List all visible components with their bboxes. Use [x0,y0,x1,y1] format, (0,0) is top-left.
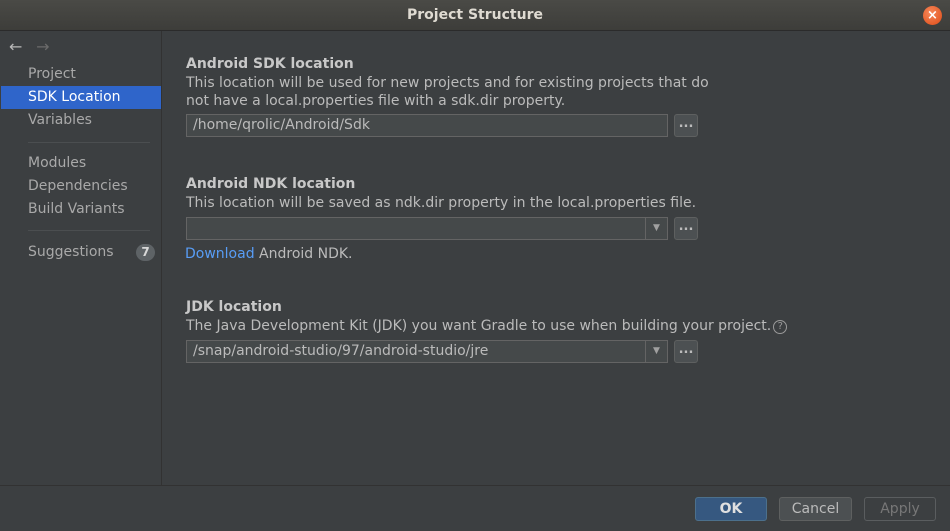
sdk-heading: Android SDK location [186,56,354,72]
jdk-path-value: /snap/android-studio/97/android-studio/j… [193,343,489,359]
sidebar-item-build-variants[interactable]: Build Variants [1,198,161,221]
ndk-browse-button[interactable]: ... [674,217,698,240]
sidebar-item-dependencies[interactable]: Dependencies [1,175,161,198]
dialog-footer: OK Cancel Apply [0,485,950,531]
sidebar-divider [28,142,150,143]
sidebar-item-modules[interactable]: Modules [1,152,161,175]
jdk-description: The Java Development Kit (JDK) you want … [186,317,788,335]
jdk-path-combo[interactable]: /snap/android-studio/97/android-studio/j… [186,340,668,363]
sdk-browse-button[interactable]: ... [674,114,698,137]
apply-button[interactable]: Apply [864,497,936,521]
arrow-left-icon[interactable]: ← [9,37,31,56]
ndk-description: This location will be saved as ndk.dir p… [186,195,697,211]
close-icon[interactable]: × [923,6,942,25]
sdk-location-panel: Android SDK location This location will … [163,31,950,485]
help-icon[interactable]: ? [773,320,788,334]
jdk-description-text: The Java Development Kit (JDK) you want … [186,318,772,334]
jdk-browse-button[interactable]: ... [674,340,698,363]
jdk-heading: JDK location [186,299,282,315]
title-bar: Project Structure × [0,0,950,31]
window-title: Project Structure [407,7,543,23]
sidebar-divider [28,230,150,231]
chevron-down-icon[interactable]: ▼ [645,218,667,239]
sidebar-item-variables[interactable]: Variables [1,109,161,132]
suggestions-count-badge: 7 [136,244,155,261]
sdk-path-field[interactable]: /home/qrolic/Android/Sdk [186,114,668,137]
cancel-button[interactable]: Cancel [779,497,852,521]
ndk-heading: Android NDK location [186,176,356,192]
arrow-right-icon[interactable]: → [36,37,58,56]
sidebar-item-suggestions[interactable]: Suggestions 7 [1,241,161,264]
sdk-description-line2: not have a local.properties file with a … [186,93,566,109]
ndk-path-combo[interactable]: ▼ [186,217,668,240]
download-ndk-link[interactable]: Download [185,246,255,262]
sidebar: ← → Project SDK Location Variables Modul… [0,31,162,485]
sdk-description-line1: This location will be used for new proje… [186,75,709,91]
nav-arrows: ← → [9,37,58,56]
ok-button[interactable]: OK [695,497,767,521]
download-ndk-text: Android NDK. [254,246,353,262]
chevron-down-icon[interactable]: ▼ [645,341,667,362]
sidebar-item-sdk-location[interactable]: SDK Location [1,86,161,109]
ndk-download-line: Download Android NDK. [185,245,353,263]
sidebar-item-project[interactable]: Project [1,63,161,86]
sidebar-item-label: Suggestions [28,244,114,260]
